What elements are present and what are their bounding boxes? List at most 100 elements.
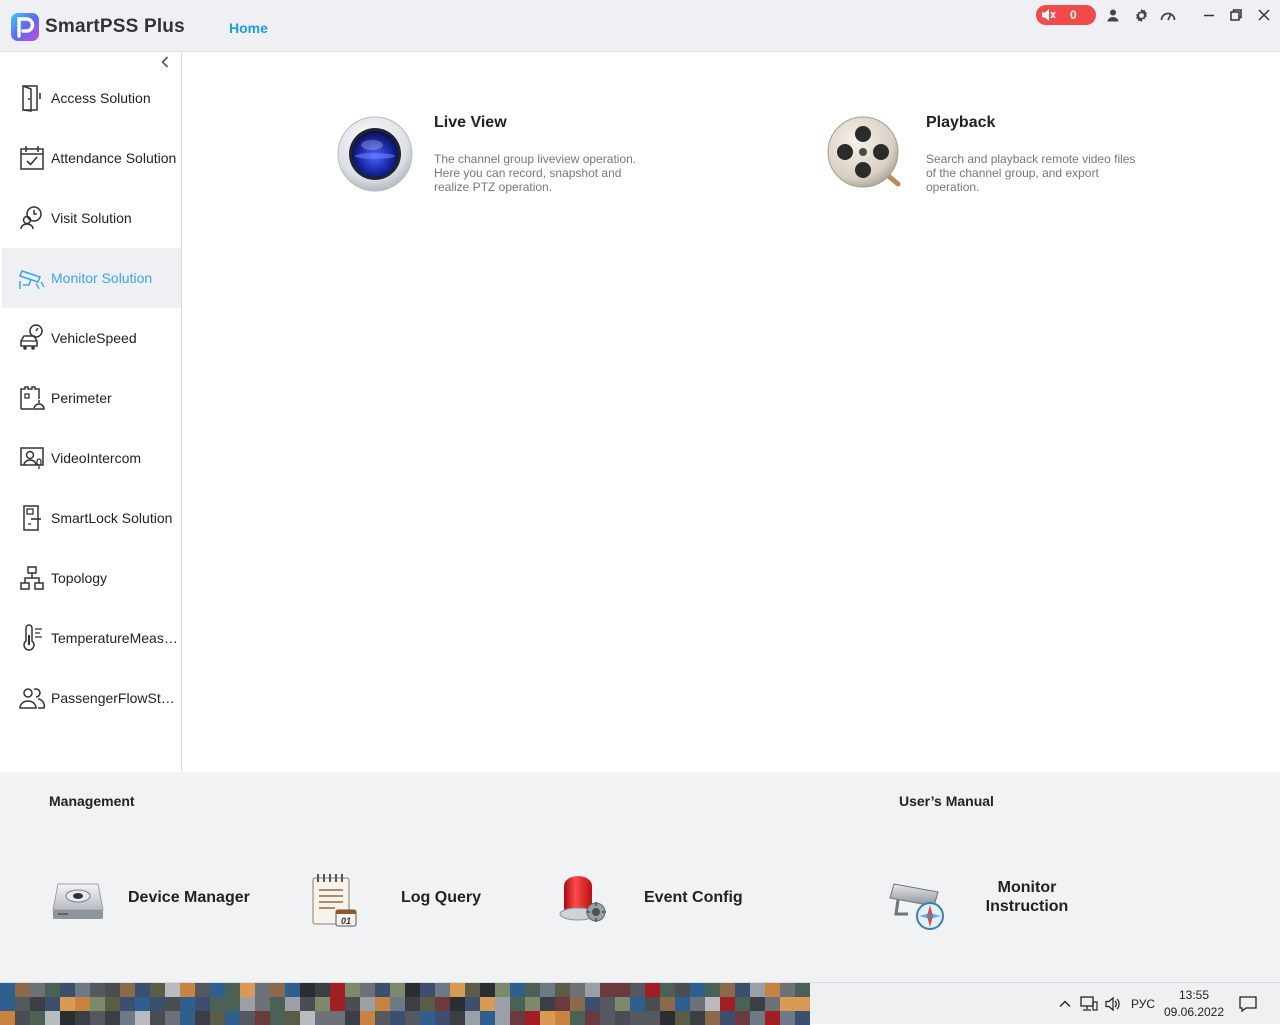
mosaic-cell xyxy=(420,997,435,1011)
mosaic-cell xyxy=(195,1011,210,1025)
sidebar-item-vehiclespeed[interactable]: VehicleSpeed xyxy=(2,308,181,368)
mosaic-cell xyxy=(660,997,675,1011)
maximize-icon[interactable] xyxy=(1228,7,1244,23)
mosaic-cell xyxy=(750,997,765,1011)
sidebar-item-visit[interactable]: Visit Solution xyxy=(2,188,181,248)
performance-gauge-icon[interactable] xyxy=(1160,7,1176,23)
alarm-count: 0 xyxy=(1070,8,1077,22)
monitor-instruction-button[interactable]: Monitor Instruction xyxy=(888,872,1088,932)
close-icon[interactable] xyxy=(1256,7,1272,23)
mosaic-cell xyxy=(510,983,525,997)
smartlock-icon xyxy=(18,503,46,533)
input-language[interactable]: РУС xyxy=(1131,983,1155,1025)
sidebar-item-passengerflow[interactable]: PassengerFlowStatistics xyxy=(2,668,181,728)
mosaic-cell xyxy=(450,983,465,997)
minimize-icon[interactable] xyxy=(1201,7,1217,23)
management-title: Management xyxy=(49,793,135,809)
event-config-button[interactable]: Event Config xyxy=(554,870,754,930)
mosaic-cell xyxy=(165,983,180,997)
mosaic-cell xyxy=(480,1011,495,1025)
tab-home[interactable]: Home xyxy=(229,20,268,36)
mosaic-cell xyxy=(585,997,600,1011)
sidebar-item-videointercom[interactable]: VideoIntercom xyxy=(2,428,181,488)
mosaic-cell xyxy=(285,1011,300,1025)
mosaic-cell xyxy=(360,997,375,1011)
sidebar-item-label: Monitor Solution xyxy=(51,270,153,286)
mosaic-cell xyxy=(555,1011,570,1025)
sidebar-item-perimeter[interactable]: Perimeter xyxy=(2,368,181,428)
mosaic-cell xyxy=(45,983,60,997)
smartpss-logo-icon xyxy=(11,13,39,41)
mosaic-cell xyxy=(135,983,150,997)
sidebar-item-topology[interactable]: Topology xyxy=(2,548,181,608)
mosaic-cell xyxy=(615,1011,630,1025)
mosaic-cell xyxy=(240,1011,255,1025)
playback-description: Search and playback remote video files o… xyxy=(926,152,1136,194)
mosaic-cell xyxy=(105,983,120,997)
system-clock[interactable]: 13:55 09.06.2022 xyxy=(1160,987,1228,1021)
volume-icon[interactable] xyxy=(1104,983,1122,1025)
topology-icon xyxy=(18,563,46,593)
gear-icon[interactable] xyxy=(1133,7,1149,23)
sidebar-item-smartlock[interactable]: SmartLock Solution xyxy=(2,488,181,548)
mosaic-cell xyxy=(300,997,315,1011)
mosaic-cell xyxy=(420,983,435,997)
mosaic-cell xyxy=(30,1011,45,1025)
sidebar-item-monitor[interactable]: Monitor Solution xyxy=(2,248,181,308)
mosaic-cell xyxy=(165,1011,180,1025)
user-icon[interactable] xyxy=(1105,7,1121,23)
mosaic-cell xyxy=(90,1011,105,1025)
mosaic-cell xyxy=(240,997,255,1011)
sidebar-item-label: VideoIntercom xyxy=(51,450,142,466)
mosaic-cell xyxy=(420,1011,435,1025)
sidebar-item-label: Access Solution xyxy=(51,90,151,106)
intercom-icon xyxy=(18,443,46,473)
mosaic-cell xyxy=(270,983,285,997)
mosaic-cell xyxy=(735,983,750,997)
mosaic-cell xyxy=(330,997,345,1011)
mosaic-cell xyxy=(255,1011,270,1025)
sidebar: Access Solution Attendance Solution Visi… xyxy=(2,52,182,772)
notifications-icon[interactable] xyxy=(1239,983,1257,1025)
chevron-up-icon[interactable] xyxy=(1058,983,1072,1025)
device-manager-button[interactable]: Device Manager xyxy=(48,872,258,928)
mosaic-cell xyxy=(390,997,405,1011)
sidebar-item-label: Topology xyxy=(51,570,108,586)
mosaic-cell xyxy=(60,983,75,997)
mosaic-cell xyxy=(210,997,225,1011)
mosaic-cell xyxy=(630,983,645,997)
mosaic-cell xyxy=(210,1011,225,1025)
mosaic-cell xyxy=(30,983,45,997)
mosaic-cell xyxy=(660,1011,675,1025)
live-view-card[interactable]: Live View The channel group liveview ope… xyxy=(333,112,653,202)
mosaic-cell xyxy=(60,997,75,1011)
mosaic-cell xyxy=(120,997,135,1011)
sidebar-item-label: Perimeter xyxy=(51,390,112,406)
mosaic-cell xyxy=(0,983,15,997)
mosaic-cell xyxy=(435,983,450,997)
sidebar-item-label: VehicleSpeed xyxy=(51,330,137,346)
mosaic-cell xyxy=(135,997,150,1011)
mosaic-cell xyxy=(15,1011,30,1025)
mosaic-cell xyxy=(570,997,585,1011)
mosaic-cell xyxy=(60,1011,75,1025)
sidebar-item-attendance[interactable]: Attendance Solution xyxy=(2,128,181,188)
mosaic-cell xyxy=(495,983,510,997)
mosaic-cell xyxy=(495,997,510,1011)
sidebar-item-access[interactable]: Access Solution xyxy=(2,68,181,128)
mosaic-cell xyxy=(600,997,615,1011)
mosaic-cell xyxy=(345,997,360,1011)
mosaic-cell xyxy=(15,997,30,1011)
users-manual-title: User’s Manual xyxy=(899,793,994,809)
alarm-indicator[interactable]: 0 xyxy=(1036,5,1096,25)
title-bar: SmartPSS Plus Home 0 xyxy=(0,0,1280,52)
playback-card[interactable]: Playback Search and playback remote vide… xyxy=(826,112,1156,202)
log-query-icon: 01 xyxy=(312,874,357,927)
sidebar-item-temperature[interactable]: TemperatureMeasurement xyxy=(2,608,181,668)
mosaic-cell xyxy=(450,1011,465,1025)
log-query-button[interactable]: 01 Log Query xyxy=(306,870,496,930)
mosaic-cell xyxy=(270,997,285,1011)
mosaic-cell xyxy=(345,983,360,997)
network-icon[interactable] xyxy=(1080,983,1098,1025)
mosaic-cell xyxy=(765,1011,780,1025)
